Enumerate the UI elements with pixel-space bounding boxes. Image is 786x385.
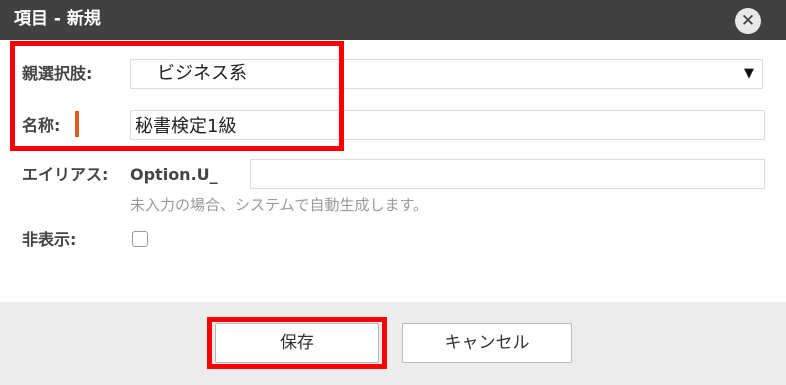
alias-hint: 未入力の場合、システムで自動生成します。: [130, 196, 429, 214]
hidden-label: 非表示:: [22, 230, 77, 249]
alias-label: エイリアス:: [22, 165, 109, 184]
dialog-title: 項目 - 新規: [14, 9, 101, 29]
alias-prefix: Option.U_: [130, 165, 218, 184]
save-button[interactable]: 保存: [215, 323, 379, 363]
close-icon[interactable]: ✕: [735, 8, 761, 34]
dropdown-arrow-icon: ▼: [744, 66, 754, 81]
alias-input[interactable]: [250, 159, 765, 189]
name-input[interactable]: [130, 110, 765, 140]
parent-choice-value: ビジネス系: [157, 63, 247, 84]
required-indicator: [75, 111, 79, 137]
parent-choice-label: 親選択肢:: [22, 64, 93, 83]
name-label: 名称:: [22, 116, 61, 135]
parent-choice-select[interactable]: ビジネス系 ▼: [130, 59, 763, 89]
dialog-titlebar: 項目 - 新規 ✕: [0, 0, 786, 40]
dialog-footer: [0, 302, 786, 385]
cancel-button[interactable]: キャンセル: [402, 323, 572, 363]
hidden-checkbox[interactable]: [132, 231, 148, 247]
